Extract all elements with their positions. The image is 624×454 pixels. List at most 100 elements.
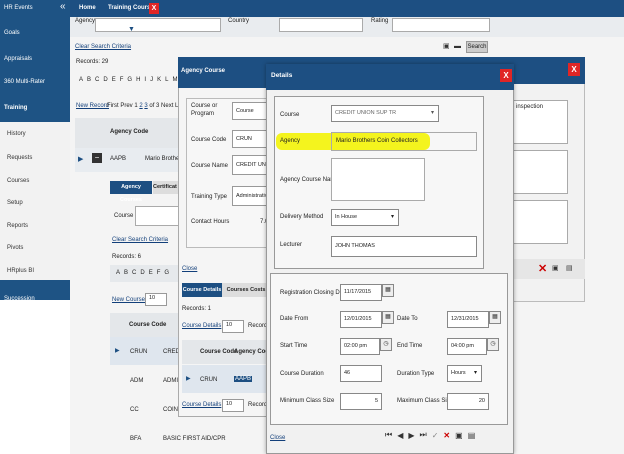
new-course-link[interactable]: New Course (112, 297, 145, 303)
submenu-reports[interactable]: Reports (7, 223, 28, 229)
sidebar-item-hr-events[interactable]: HR Events (4, 5, 33, 11)
right-panel-close-button[interactable]: X (568, 63, 580, 76)
alpha-letter[interactable]: H (136, 77, 140, 83)
calendar-icon[interactable]: ▦ (382, 311, 394, 324)
alpha-letter[interactable]: B (87, 77, 91, 83)
delete-icon[interactable]: ✕ (538, 262, 547, 275)
delete-record-icon[interactable]: ✕ (443, 431, 450, 440)
alpha-letter[interactable]: C (95, 77, 99, 83)
sidebar-item-360[interactable]: 360 Multi-Rater (4, 79, 45, 85)
alpha-letter[interactable]: D (103, 77, 107, 83)
expand-arrow-icon[interactable]: ▶ (186, 375, 191, 382)
alpha-letter[interactable]: E (112, 77, 116, 83)
details-close-link[interactable]: Close (270, 435, 285, 441)
date-from-field[interactable]: 12/01/2015 (340, 311, 382, 328)
clock-icon[interactable]: ◷ (380, 338, 392, 351)
alpha-letter[interactable]: E (149, 270, 153, 276)
save-icon[interactable]: ▣ (443, 42, 450, 51)
course-filter-input[interactable] (135, 206, 179, 226)
alpha-letter[interactable]: L (165, 77, 168, 83)
min-class-field[interactable]: 5 (340, 393, 382, 410)
alpha-letter[interactable]: I (144, 77, 146, 83)
tab-agency-courses[interactable]: Agency Courses (110, 181, 152, 203)
alpha-letter[interactable]: M (172, 77, 177, 83)
alpha-letter[interactable]: A (79, 77, 83, 83)
right-textarea-3[interactable] (508, 200, 568, 244)
page-size-select[interactable]: 10 (222, 320, 244, 333)
alpha-letter[interactable]: C (132, 270, 136, 276)
pager-page-3[interactable]: 3 (144, 103, 147, 109)
collapse-row-icon[interactable]: − (92, 153, 102, 163)
course-details-link-2[interactable]: Course Details (182, 402, 221, 408)
alpha-letter[interactable]: G (127, 77, 132, 83)
sidebar-item-training[interactable]: Training (4, 105, 27, 111)
pager-page-2[interactable]: 2 (139, 103, 142, 109)
training-type-select[interactable]: Administrativ (232, 186, 270, 206)
print-record-icon[interactable]: ▤ (468, 431, 476, 440)
sidebar-item-appraisals[interactable]: Appraisals (4, 56, 32, 62)
folder-icon[interactable]: ▬ (454, 42, 461, 51)
agency-field[interactable] (331, 132, 477, 151)
lecturer-field[interactable]: JOHN THOMAS (331, 236, 477, 257)
clear-search-link-2[interactable]: Clear Search Criteria (112, 237, 168, 243)
submenu-pivots[interactable]: Pivots (7, 245, 23, 251)
submenu-requests[interactable]: Requests (7, 155, 32, 161)
end-time-field[interactable]: 04:00 pm (447, 338, 487, 355)
search-button[interactable]: Search (466, 41, 488, 53)
page-size-select-2[interactable]: 10 (222, 399, 244, 412)
tab-courses-costs[interactable]: Courses Costs (222, 283, 270, 297)
tab-close-button[interactable]: X (149, 3, 159, 14)
submenu-hrplus-bi[interactable]: HRplus BI (7, 268, 34, 274)
sidebar-item-goals[interactable]: Goals (4, 30, 20, 36)
alpha-letter[interactable]: F (157, 270, 161, 276)
print-icon[interactable]: ▤ (566, 264, 573, 273)
course-name-field[interactable]: CREDIT UNI (232, 155, 270, 175)
max-class-field[interactable]: 20 (447, 393, 489, 410)
save-icon[interactable]: ▣ (552, 264, 559, 273)
save-record-icon[interactable]: ▣ (455, 431, 463, 440)
last-record-icon[interactable]: ⏭ (420, 430, 427, 440)
prev-record-icon[interactable]: ◀ (397, 431, 403, 440)
expand-arrow-icon[interactable]: ▶ (115, 347, 120, 354)
right-textarea-2[interactable] (508, 150, 568, 194)
rating-filter-select[interactable] (392, 18, 490, 32)
details-close-button[interactable]: X (500, 69, 512, 82)
agency-filter-select[interactable] (95, 18, 221, 32)
new-record-link[interactable]: New Record (76, 103, 109, 109)
clear-search-link[interactable]: Clear Search Criteria (75, 44, 131, 50)
alpha-letter[interactable]: K (157, 77, 161, 83)
add-record-icon[interactable]: ✓ (432, 431, 439, 440)
first-record-icon[interactable]: ⏮ (385, 430, 392, 440)
next-record-icon[interactable]: ▶ (408, 431, 414, 440)
expand-arrow-icon[interactable]: ▶ (78, 155, 83, 163)
home-link[interactable]: Home (79, 5, 96, 11)
pager-first-prev[interactable]: First Prev 1 (107, 103, 138, 109)
agency-course-name-textarea[interactable] (331, 158, 425, 201)
submenu-courses[interactable]: Courses (7, 178, 29, 184)
collapse-icon[interactable]: « (60, 1, 66, 12)
date-to-field[interactable]: 12/31/2015 (447, 311, 489, 328)
page-size-select[interactable]: 10 (145, 293, 167, 306)
table-row[interactable] (182, 365, 270, 393)
tab-certificates[interactable]: Certificat (153, 181, 179, 194)
course-details-link[interactable]: Course Details (182, 323, 221, 329)
alpha-letter[interactable]: G (164, 270, 169, 276)
tab-course-details[interactable]: Course Details (182, 283, 222, 297)
submenu-setup[interactable]: Setup (7, 200, 23, 206)
course-code-select[interactable]: CRUN (232, 130, 270, 148)
alpha-letter[interactable]: J (150, 77, 153, 83)
alpha-letter[interactable]: F (120, 77, 124, 83)
alpha-letter[interactable]: D (140, 270, 144, 276)
course-program-select[interactable]: Course (232, 102, 270, 120)
submenu-history[interactable]: History (7, 131, 26, 137)
reg-closing-date-field[interactable]: 11/17/2015 (340, 284, 382, 301)
country-filter-select[interactable] (279, 18, 363, 32)
course-select[interactable]: CREDIT UNION SUP TR (331, 105, 439, 122)
agency-course-close-link[interactable]: Close (182, 266, 197, 272)
alpha-letter[interactable]: B (124, 270, 128, 276)
clock-icon[interactable]: ◷ (487, 338, 499, 351)
delivery-method-select[interactable]: In House (331, 209, 399, 226)
course-duration-field[interactable]: 46 (340, 365, 382, 382)
calendar-icon[interactable]: ▦ (489, 311, 501, 324)
start-time-field[interactable]: 02:00 pm (340, 338, 380, 355)
